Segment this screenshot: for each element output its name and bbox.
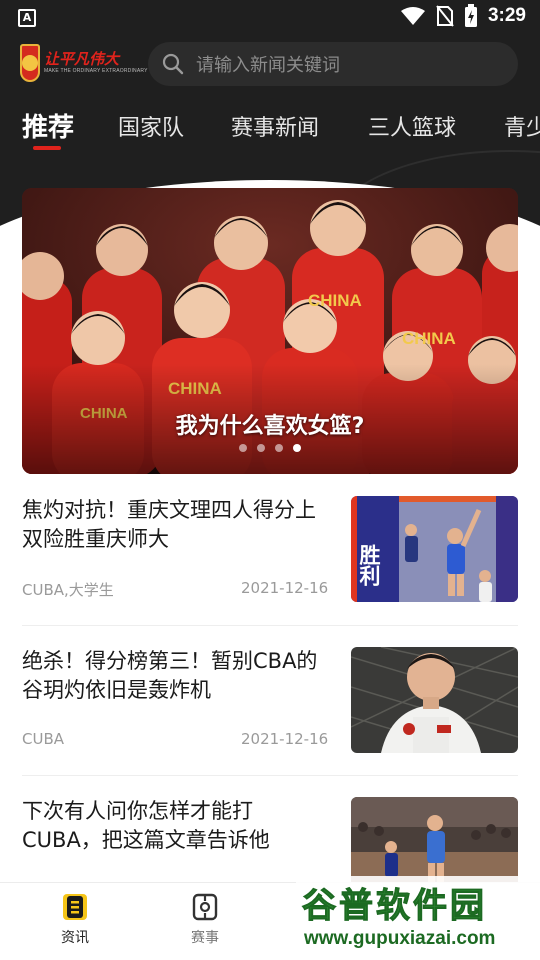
carousel-indicator [22, 444, 518, 452]
news-thumbnail: 胜利 [351, 496, 518, 602]
carousel-dot[interactable] [275, 444, 283, 452]
search-input[interactable]: 请输入新闻关键词 [148, 42, 518, 86]
jersey-lettering: CHINA [402, 329, 456, 348]
tab-3x3-basketball[interactable]: 三人篮球 [368, 110, 456, 142]
nav-matches[interactable]: 赛事 [175, 893, 235, 947]
carousel-dot[interactable] [257, 444, 265, 452]
nav-label: 资讯 [61, 930, 89, 946]
news-tag: CUBA [22, 730, 65, 748]
tab-event-news[interactable]: 赛事新闻 [231, 110, 319, 142]
tab-recommend[interactable]: 推荐 [22, 107, 74, 144]
news-thumbnail [351, 647, 518, 753]
match-icon [192, 893, 218, 921]
battery-icon [464, 4, 477, 27]
tab-youth[interactable]: 青少 [504, 110, 540, 142]
active-tab-indicator [33, 146, 61, 150]
carousel-dot-active[interactable] [293, 444, 301, 452]
wifi-icon [400, 7, 425, 25]
news-item[interactable]: 焦灼对抗！重庆文理四人得分上双险胜重庆师大 CUBA,大学生 2021-12-1… [22, 496, 518, 604]
app-logo: 让平凡伟大 MAKE THE ORDINARY EXTRAORDINARY [20, 43, 147, 83]
search-icon [162, 53, 184, 75]
news-title: 绝杀！得分榜第三！暂别CBA的谷玥灼依旧是轰炸机 [22, 649, 318, 702]
notification-icon: A [18, 9, 36, 27]
logo-slogan-en: MAKE THE ORDINARY EXTRAORDINARY [44, 68, 148, 74]
carousel-dot[interactable] [239, 444, 247, 452]
nav-news[interactable]: 资讯 [45, 893, 105, 947]
logo-slogan: 让平凡伟大 [44, 50, 120, 68]
top-bar: 让平凡伟大 MAKE THE ORDINARY EXTRAORDINARY 请输… [0, 40, 540, 88]
news-icon [63, 894, 87, 920]
news-date: 2021-12-16 [241, 579, 329, 597]
banner-caption: 我为什么喜欢女篮? [175, 414, 365, 439]
divider [22, 775, 518, 776]
divider [22, 625, 518, 626]
thumbnail-text: 胜利 [357, 544, 381, 586]
news-tag: CUBA,大学生 [22, 581, 114, 599]
status-bar: A 3:29 [0, 0, 540, 36]
watermark-url: www.gupuxiazai.com [304, 928, 496, 949]
banner-carousel[interactable]: CHINA CHINA CHINA CHINA 我为什么喜欢女篮? [22, 188, 518, 474]
tab-national-team[interactable]: 国家队 [118, 110, 184, 142]
search-placeholder: 请输入新闻关键词 [196, 55, 340, 76]
basketball-association-emblem-icon [20, 44, 40, 82]
status-time: 3:29 [487, 5, 526, 26]
nav-label: 赛事 [191, 930, 219, 946]
category-tabs: 推荐 国家队 赛事新闻 三人篮球 青少 [0, 104, 540, 160]
watermark-title: 谷普软件园 [302, 886, 487, 927]
news-date: 2021-12-16 [241, 730, 329, 748]
news-title: 下次有人问你怎样才能打CUBA，把这篇文章告诉他 [22, 799, 270, 852]
news-item[interactable]: 绝杀！得分榜第三！暂别CBA的谷玥灼依旧是轰炸机 CUBA 2021-12-16 [22, 647, 518, 755]
no-sim-icon [436, 5, 454, 27]
news-title: 焦灼对抗！重庆文理四人得分上双险胜重庆师大 [22, 498, 316, 551]
jersey-lettering: CHINA [308, 291, 362, 310]
site-watermark: 谷普软件园 www.gupuxiazai.com [296, 876, 540, 958]
